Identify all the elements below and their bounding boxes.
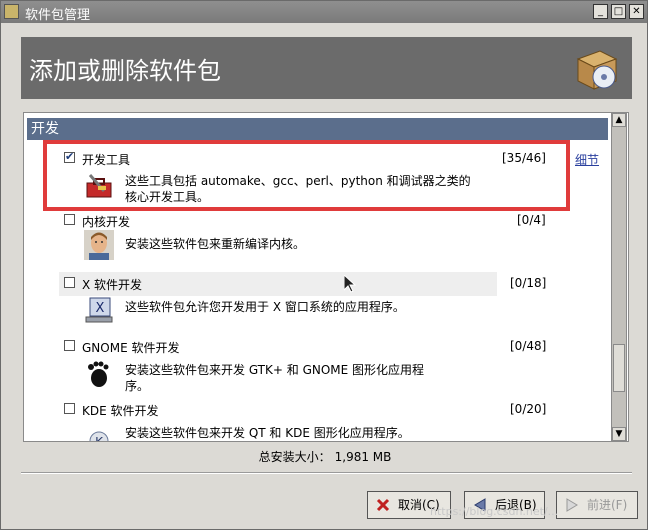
checkbox-x-dev[interactable] [64,277,75,288]
package-name: X 软件开发 [82,278,143,292]
package-box-icon [576,50,618,90]
package-count: [0/20] [510,402,547,416]
checkbox-gnome-dev[interactable] [64,340,75,351]
maximize-button[interactable]: □ [611,4,626,19]
package-name: 内核开发 [82,215,131,229]
package-count: [0/48] [510,339,547,353]
header-banner: 添加或删除软件包 [21,37,632,99]
package-name: KDE 软件开发 [82,404,159,418]
page-title: 添加或删除软件包 [29,57,221,85]
group-header: 开发 [27,118,608,140]
kde-gear-icon: K [89,431,109,442]
close-button[interactable]: ✕ [629,4,644,19]
watermark: https://blog.csdn.net/... [430,505,559,518]
person-face-icon [84,230,114,260]
app-icon [4,4,19,19]
package-description: 安装这些软件包来重新编译内核。 [125,237,306,251]
forward-arrow-icon [566,498,578,512]
svg-text:K: K [95,435,104,442]
annotation-highlight-box [43,140,570,211]
package-description: 安装这些软件包来开发 QT 和 KDE 图形化应用程序。 [125,426,410,440]
package-count: [0/4] [517,213,546,227]
mouse-pointer-icon [344,275,356,293]
scroll-down-arrow-icon[interactable]: ▼ [612,427,626,441]
package-description: 安装这些软件包来开发 GTK+ 和 GNOME 图形化应用程 序。 [125,363,425,393]
package-description: 这些软件包允许您开发用于 X 窗口系统的应用程序。 [125,300,405,314]
scrollbar-thumb[interactable] [613,344,625,392]
svg-text:X: X [96,301,105,316]
checkbox-kernel-dev[interactable] [64,214,75,225]
vertical-scrollbar[interactable]: ▲ ▼ [611,112,627,442]
divider [21,472,632,474]
cancel-x-icon [376,498,390,512]
minimize-button[interactable]: _ [593,4,608,19]
package-manager-window: 软件包管理 _ □ ✕ 添加或删除软件包 开发 开发工具 [35/46] 细节 [0,0,648,530]
total-install-size: 总安装大小： 1,981 MB [258,450,392,464]
window-title: 软件包管理 [25,8,91,23]
package-count: [0/18] [510,276,547,290]
forward-button[interactable]: 前进(F) [556,491,638,519]
checkbox-kde-dev[interactable] [64,403,75,414]
package-name: GNOME 软件开发 [82,341,180,355]
x-window-icon: X [85,297,113,323]
scroll-up-arrow-icon[interactable]: ▲ [612,113,626,127]
details-link[interactable]: 细节 [575,151,599,168]
title-bar: 软件包管理 _ □ ✕ [1,1,647,23]
gnome-foot-icon [88,361,109,387]
